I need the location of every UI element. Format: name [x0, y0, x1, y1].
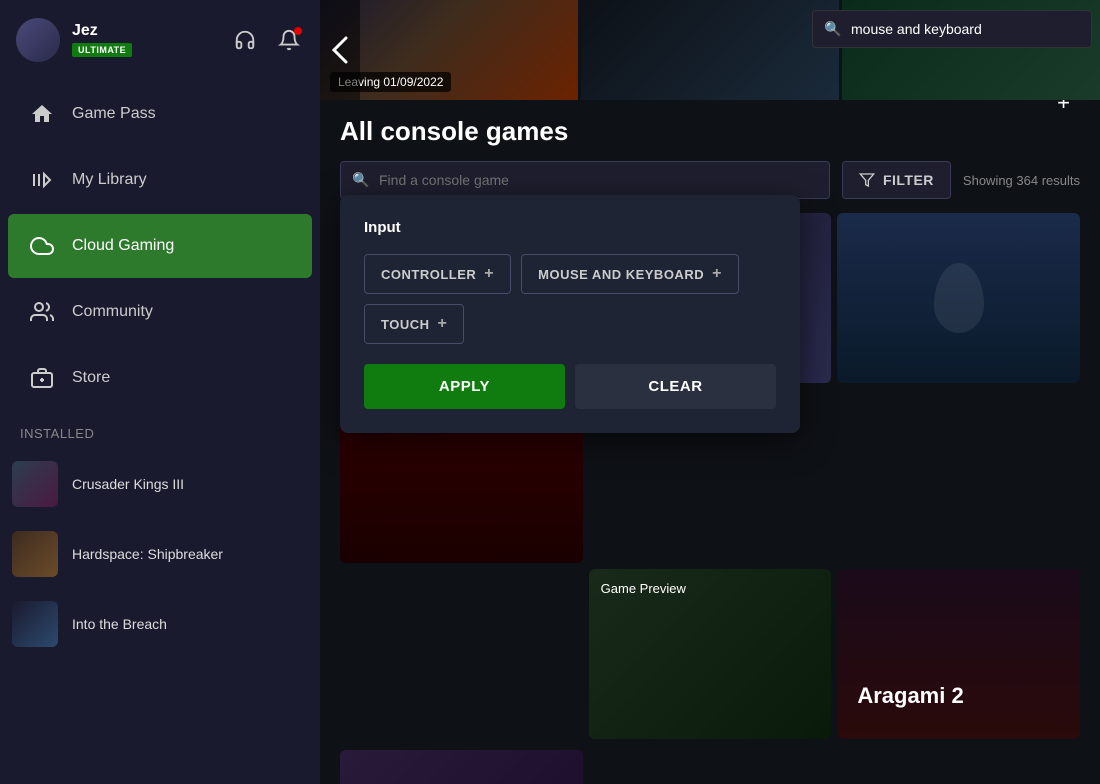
home-icon	[28, 100, 56, 128]
user-name: Jez	[72, 22, 218, 40]
installed-game-into-the-breach[interactable]: Into the Breach	[0, 591, 320, 657]
top-search-input[interactable]	[812, 10, 1092, 48]
filter-popup: Input CONTROLLER + MOUSE AND KEYBOARD + …	[340, 195, 800, 433]
clear-button[interactable]: CLEAR	[575, 364, 776, 409]
game-thumbnail	[12, 531, 58, 577]
filter-actions: APPLY CLEAR	[364, 364, 776, 409]
user-badge: ULTIMATE	[72, 43, 132, 57]
sidebar-item-label: Cloud Gaming	[72, 237, 174, 255]
nav-menu: Game Pass My Library Cloud Gaming	[0, 80, 320, 412]
installed-game-name: Into the Breach	[72, 616, 167, 632]
sidebar-item-cloud-gaming[interactable]: Cloud Gaming	[8, 214, 312, 278]
filter-bar: 🔍 FILTER Showing 364 results	[340, 161, 1080, 199]
filter-tag-touch[interactable]: TOUCH +	[364, 304, 464, 344]
library-icon	[28, 166, 56, 194]
notification-dot	[294, 27, 302, 35]
filter-tag-mouse-label: MOUSE AND KEYBOARD	[538, 267, 704, 282]
results-count: Showing 364 results	[963, 173, 1080, 188]
notification-button[interactable]	[274, 25, 304, 55]
user-header: Jez ULTIMATE	[0, 0, 320, 80]
sidebar-item-label: Game Pass	[72, 105, 156, 123]
plus-icon: +	[437, 315, 447, 333]
content-area: + All console games 🔍 FILTER Showing 364…	[320, 100, 1100, 784]
avatar-icon-button[interactable]	[230, 25, 260, 55]
sidebar-item-community[interactable]: Community	[8, 280, 312, 344]
installed-game-name: Hardspace: Shipbreaker	[72, 546, 223, 562]
sidebar-item-label: Store	[72, 369, 110, 387]
sidebar-item-game-pass[interactable]: Game Pass	[8, 82, 312, 146]
game-preview-badge: Game Preview	[601, 581, 686, 596]
filter-tag-mouse-keyboard[interactable]: MOUSE AND KEYBOARD +	[521, 254, 739, 294]
filter-tag-controller[interactable]: CONTROLLER +	[364, 254, 511, 294]
filter-tag-controller-label: CONTROLLER	[381, 267, 476, 282]
cloud-icon	[28, 232, 56, 260]
installed-label: Installed	[20, 426, 300, 441]
filter-search-icon: 🔍	[352, 172, 369, 189]
game-card-game-preview[interactable]: Game Preview	[589, 569, 832, 739]
game-thumbnail	[12, 601, 58, 647]
installed-game-crusader-kings[interactable]: Crusader Kings III	[0, 451, 320, 517]
plus-icon: +	[712, 265, 722, 283]
installed-game-shipbreaker[interactable]: Hardspace: Shipbreaker	[0, 521, 320, 587]
filter-popup-title: Input	[364, 219, 776, 236]
main-content: Leaving 01/09/2022 🔍 + All console games…	[320, 0, 1100, 784]
sidebar-item-label: Community	[72, 303, 153, 321]
installed-game-name: Crusader Kings III	[72, 476, 184, 492]
aragami-title: Aragami 2	[857, 683, 963, 709]
filter-button[interactable]: FILTER	[842, 161, 951, 199]
game-card-misc[interactable]	[340, 750, 583, 784]
game-card-hollow[interactable]	[837, 213, 1080, 383]
sidebar-item-my-library[interactable]: My Library	[8, 148, 312, 212]
filter-icon	[859, 172, 875, 188]
game-card-aragami[interactable]: Aragami 2	[837, 569, 1080, 739]
game-thumbnail	[12, 461, 58, 507]
hero-card-2[interactable]	[581, 0, 839, 100]
store-icon	[28, 364, 56, 392]
plus-button[interactable]: +	[1057, 100, 1070, 116]
sidebar: Jez ULTIMATE	[0, 0, 320, 784]
filter-search-input[interactable]	[340, 161, 830, 199]
hero-section: Leaving 01/09/2022 🔍	[320, 0, 1100, 100]
back-button[interactable]	[320, 0, 360, 100]
header-icons	[230, 25, 304, 55]
filter-button-label: FILTER	[883, 172, 934, 188]
filter-tags: CONTROLLER + MOUSE AND KEYBOARD + TOUCH …	[364, 254, 776, 344]
installed-section: Installed	[0, 412, 320, 449]
apply-button[interactable]: APPLY	[364, 364, 565, 409]
filter-search-wrap: 🔍	[340, 161, 830, 199]
filter-tag-touch-label: TOUCH	[381, 317, 429, 332]
sidebar-item-label: My Library	[72, 171, 147, 189]
search-icon: 🔍	[824, 21, 841, 38]
user-info: Jez ULTIMATE	[72, 22, 218, 58]
section-title: All console games	[340, 116, 1080, 147]
avatar	[16, 18, 60, 62]
top-search-container: 🔍	[812, 10, 1092, 48]
plus-icon: +	[484, 265, 494, 283]
community-icon	[28, 298, 56, 326]
sidebar-item-store[interactable]: Store	[8, 346, 312, 410]
